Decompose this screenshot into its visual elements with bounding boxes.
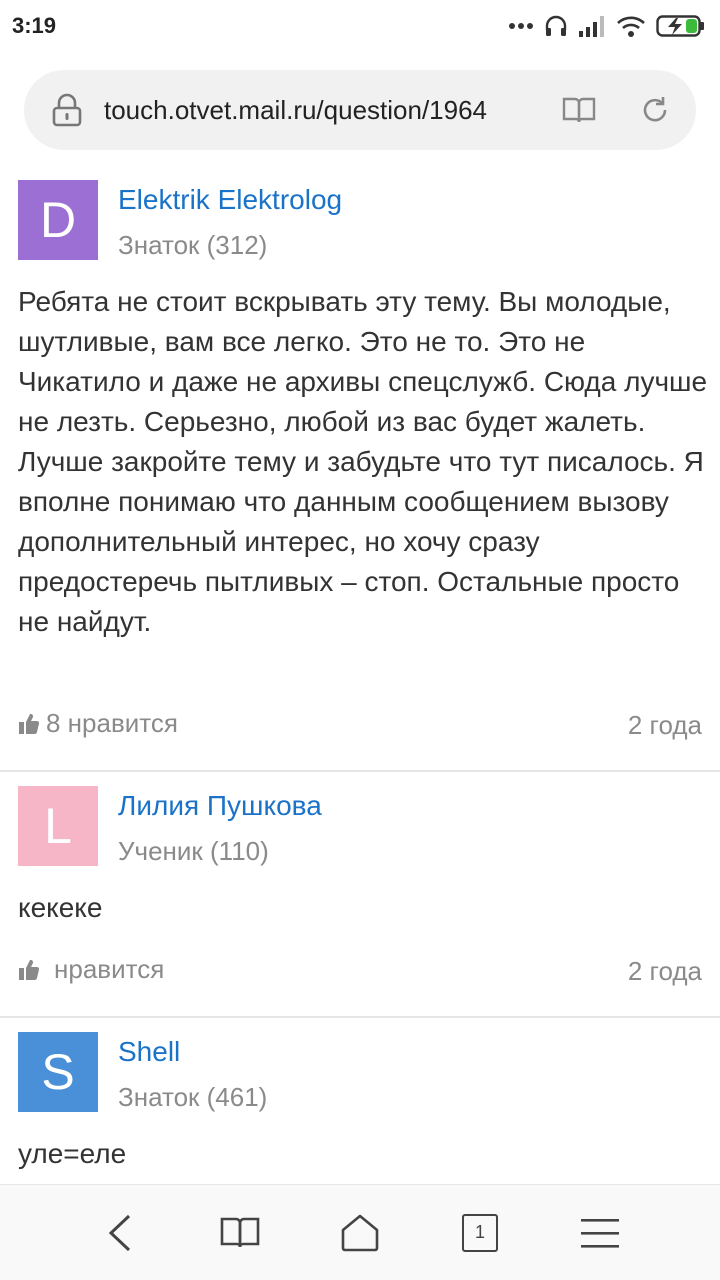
divider [0,770,720,772]
more-dots-icon [509,23,533,29]
thumbs-up-icon [19,959,40,980]
home-button[interactable] [330,1203,390,1263]
avatar-letter: L [44,798,72,854]
answer-item: S Shell Знаток (461) уле=еле [0,1032,720,1182]
author-rank: Знаток (312) [118,230,268,260]
avatar[interactable]: S [18,1032,98,1112]
author-rank: Знаток (461) [118,1082,268,1112]
hamburger-menu-icon [581,1218,619,1248]
address-bar[interactable]: touch.otvet.mail.ru/question/1964 [24,70,696,150]
answer-age: 2 года [627,956,702,986]
avatar-letter: D [39,192,77,248]
headphones-icon [545,15,567,36]
answer-text: уле=еле [18,1138,127,1169]
author-link[interactable]: Лилия Пушкова [118,790,322,822]
answer-item: D Elektrik Elektrolog Знаток (312) Ребят… [0,180,720,770]
status-time: 3:19 [12,13,57,38]
answer-text: Ребята не стоит вскрывать эту тему. Вы м… [18,286,708,637]
home-icon [341,1214,379,1251]
author-link[interactable]: Shell [118,1036,180,1068]
battery-charging-icon [656,15,704,37]
avatar[interactable]: D [18,180,98,260]
book-icon [220,1217,260,1247]
bookmarks-button[interactable] [210,1203,270,1263]
tab-count: 1 [462,1213,498,1252]
like-count: нравится [54,954,165,984]
like-button[interactable]: 8 нравится [18,708,178,739]
lock-icon [52,93,82,127]
thumbs-up-icon [19,713,40,734]
avatar[interactable]: L [18,786,98,866]
like-count: 8 нравится [46,708,178,738]
back-button[interactable] [90,1203,150,1263]
like-button[interactable]: нравится [18,954,164,985]
url-text[interactable]: touch.otvet.mail.ru/question/1964 [104,95,522,126]
answer-age: 2 года [627,710,702,740]
wifi-icon [617,16,645,37]
divider [0,1016,720,1018]
status-bar: 3:19 [0,0,720,52]
author-link[interactable]: Elektrik Elektrolog [118,184,342,216]
tabs-button[interactable]: 1 [450,1203,510,1263]
chevron-left-icon [108,1214,131,1251]
status-icons [508,14,706,38]
menu-button[interactable] [570,1203,630,1263]
reader-mode-icon[interactable] [562,95,596,125]
author-rank: Ученик (110) [118,836,269,866]
signal-icon [579,16,604,37]
avatar-letter: S [41,1044,75,1100]
answer-item: L Лилия Пушкова Ученик (110) кекеке нрав… [0,786,720,1016]
browser-toolbar: 1 [0,1184,720,1280]
reload-icon[interactable] [640,95,670,125]
answer-text: кекеке [18,892,103,923]
